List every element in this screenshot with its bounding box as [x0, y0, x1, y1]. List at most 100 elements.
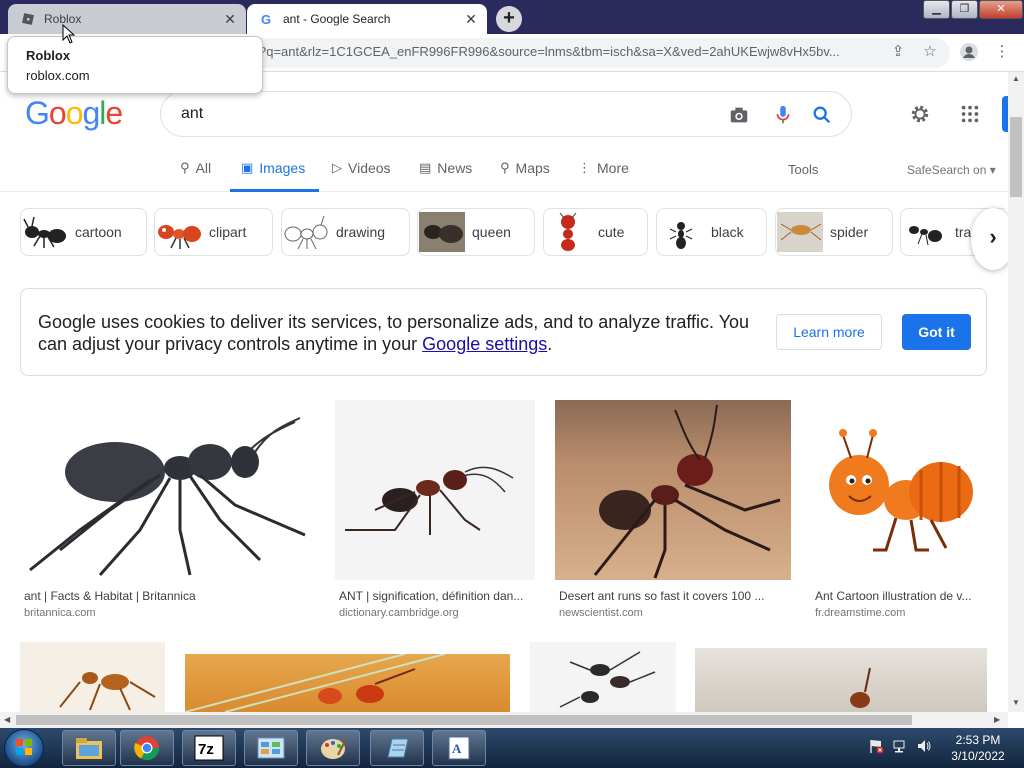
google-logo[interactable]: Google — [25, 95, 123, 132]
notepad-taskbar-button[interactable] — [370, 730, 424, 766]
windows-taskbar: 7z A 2:53 PM 3/10/2022 — [0, 728, 1024, 768]
result-caption[interactable]: Ant Cartoon illustration de v... — [815, 589, 985, 603]
selected-tab-indicator — [230, 189, 319, 192]
chip-queen[interactable]: queen — [417, 208, 535, 256]
result-image[interactable] — [20, 400, 316, 580]
vertical-scrollbar[interactable]: ▲ ▼ — [1008, 72, 1024, 712]
control-panel-taskbar-button[interactable] — [244, 730, 298, 766]
image-result[interactable]: Ant Cartoon illustration de v... fr.drea… — [811, 400, 988, 625]
chip-black[interactable]: black — [656, 208, 767, 256]
tab-roblox[interactable]: Roblox ✕ — [8, 4, 246, 34]
paint-icon — [321, 738, 347, 759]
control-panel-icon — [257, 737, 285, 759]
chip-cartoon[interactable]: cartoon — [20, 208, 147, 256]
start-button[interactable] — [4, 729, 44, 767]
scroll-up-icon[interactable]: ▲ — [1012, 74, 1020, 83]
chip-label: drawing — [336, 224, 386, 240]
chrome-menu-icon[interactable]: ⋮ — [992, 42, 1012, 62]
image-result[interactable] — [20, 642, 165, 712]
chip-clipart[interactable]: clipart — [154, 208, 273, 256]
tab-label: News — [437, 160, 473, 176]
scroll-right-icon[interactable]: ▶ — [994, 715, 1000, 724]
tab-news[interactable]: ▤ News — [419, 160, 472, 176]
profile-avatar-icon[interactable] — [959, 42, 979, 62]
got-it-button[interactable]: Got it — [902, 314, 971, 350]
result-image[interactable] — [20, 642, 165, 712]
result-caption[interactable]: ant | Facts & Habitat | Britannica — [24, 589, 312, 603]
image-result[interactable]: Desert ant runs so fast it covers 100 ..… — [555, 400, 791, 625]
address-bar-url[interactable]: ?q=ant&rlz=1C1GCEA_enFR996FR996&source=l… — [259, 44, 879, 59]
image-result[interactable]: ant | Facts & Habitat | Britannica brita… — [20, 400, 316, 625]
result-caption[interactable]: ANT | signification, définition dan... — [339, 589, 535, 603]
horizontal-scrollbar[interactable]: ◀ ▶ — [0, 712, 1008, 728]
image-result[interactable] — [530, 642, 676, 712]
explorer-icon — [76, 738, 102, 759]
tab-images[interactable]: ▣ Images — [241, 160, 305, 176]
7zip-taskbar-button[interactable]: 7z — [182, 730, 236, 766]
explorer-taskbar-button[interactable] — [62, 730, 116, 766]
logo-letter: o — [65, 95, 84, 131]
close-window-button[interactable]: ✕ — [979, 0, 1023, 19]
search-icon[interactable] — [811, 104, 833, 126]
wordpad-taskbar-button[interactable]: A — [432, 730, 486, 766]
tab-google-search[interactable]: G ant - Google Search ✕ — [247, 4, 487, 34]
camera-icon[interactable] — [728, 104, 750, 126]
result-source[interactable]: fr.dreamstime.com — [815, 607, 905, 619]
result-caption[interactable]: Desert ant runs so fast it covers 100 ..… — [559, 589, 787, 603]
search-box[interactable]: ant — [160, 91, 852, 137]
bookmark-star-icon[interactable]: ☆ — [920, 42, 940, 62]
search-input[interactable]: ant — [181, 105, 203, 123]
tab-hover-tooltip: Roblox roblox.com — [7, 36, 263, 94]
image-icon: ▣ — [241, 160, 254, 175]
minimize-button[interactable]: ▁ — [923, 0, 950, 19]
apps-grid-icon[interactable] — [959, 103, 981, 125]
result-image[interactable] — [811, 400, 988, 580]
scroll-down-icon[interactable]: ▼ — [1012, 698, 1020, 707]
tab-videos[interactable]: ▷ Videos — [332, 160, 391, 176]
taskbar-clock[interactable]: 2:53 PM 3/10/2022 — [948, 732, 1008, 764]
tools-button[interactable]: Tools — [788, 162, 818, 177]
chip-spider[interactable]: spider — [775, 208, 893, 256]
volume-icon[interactable] — [916, 738, 932, 754]
window-controls: ▁ ❐ ✕ — [922, 0, 1023, 20]
mouse-cursor-icon — [62, 24, 76, 44]
safesearch-menu[interactable]: SafeSearch on ▾ — [907, 163, 996, 177]
close-tab-icon[interactable]: ✕ — [222, 11, 238, 27]
ant-thumbnail-icon — [901, 209, 949, 255]
result-source[interactable]: dictionary.cambridge.org — [339, 607, 459, 619]
scroll-left-icon[interactable]: ◀ — [4, 715, 10, 724]
share-icon[interactable]: ⇪ — [888, 42, 908, 62]
image-result[interactable] — [185, 654, 510, 712]
caret-down-icon: ▾ — [989, 163, 996, 177]
result-image[interactable] — [695, 648, 987, 712]
tab-maps[interactable]: ⚲ Maps — [500, 160, 550, 176]
image-result[interactable]: ANT | signification, définition dan... d… — [335, 400, 535, 625]
chip-drawing[interactable]: drawing — [281, 208, 410, 256]
learn-more-button[interactable]: Learn more — [776, 314, 882, 350]
tab-more[interactable]: ⋮ More — [578, 160, 629, 176]
result-image[interactable] — [530, 642, 676, 712]
more-vert-icon: ⋮ — [578, 160, 591, 175]
horizontal-scroll-thumb[interactable] — [16, 715, 912, 725]
maximize-button[interactable]: ❐ — [951, 0, 978, 19]
tab-all[interactable]: ⚲ All — [180, 160, 211, 176]
paint-taskbar-button[interactable] — [306, 730, 360, 766]
windows-logo-icon — [16, 739, 32, 755]
result-source[interactable]: britannica.com — [24, 607, 96, 619]
google-settings-link[interactable]: Google settings — [422, 334, 547, 354]
network-icon[interactable] — [892, 738, 908, 754]
action-center-flag-icon[interactable] — [868, 738, 884, 754]
result-image[interactable] — [185, 654, 510, 712]
chip-cute[interactable]: cute — [543, 208, 648, 256]
result-image[interactable] — [335, 400, 535, 580]
new-tab-button[interactable]: + — [496, 6, 522, 32]
image-result[interactable] — [695, 648, 987, 712]
microphone-icon[interactable] — [772, 104, 794, 126]
result-image[interactable] — [555, 400, 791, 580]
chrome-taskbar-button[interactable] — [120, 730, 174, 766]
close-tab-icon[interactable]: ✕ — [463, 11, 479, 27]
tooltip-title: Roblox — [26, 48, 71, 63]
vertical-scroll-thumb[interactable] — [1010, 117, 1022, 197]
result-source[interactable]: newscientist.com — [559, 607, 643, 619]
settings-gear-icon[interactable] — [909, 103, 931, 125]
